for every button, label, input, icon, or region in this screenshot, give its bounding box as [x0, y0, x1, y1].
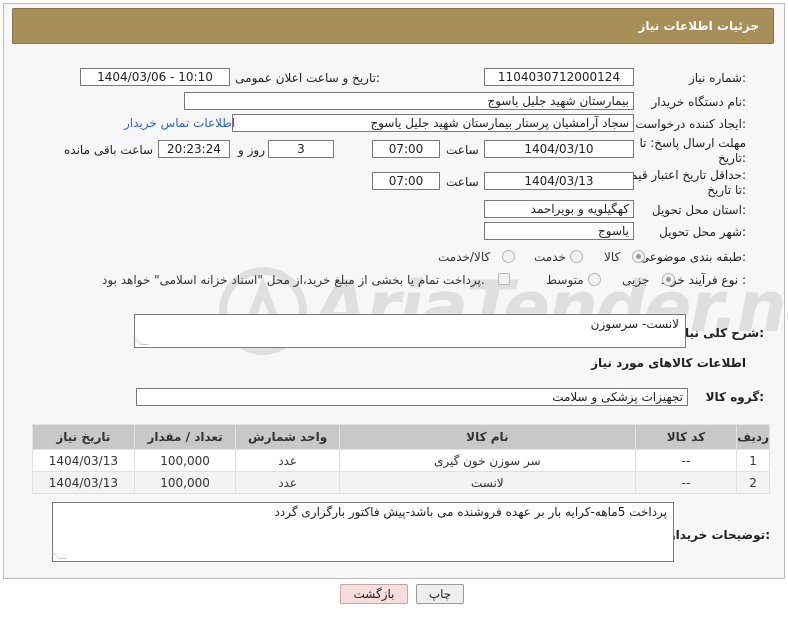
validity-time-field: 07:00: [372, 172, 440, 190]
need-number-field: 1104030712000124: [484, 68, 634, 86]
province-field: کهگیلویه و بویراحمد: [484, 200, 634, 218]
treasury-payment-note: پرداخت تمام یا بخشی از مبلغ خرید،از محل …: [102, 273, 485, 287]
remaining-time-field: 20:23:24: [158, 140, 230, 158]
process-minor-label: جزیی: [622, 273, 650, 287]
summary-text: لانست- سرسوزن: [590, 317, 679, 331]
announce-label: تاریخ و ساعت اعلان عمومی:: [235, 71, 380, 85]
resize-grip-icon[interactable]: [133, 337, 149, 345]
buyer-org-field: بیمارستان شهید جلیل یاسوج: [184, 92, 634, 110]
category-service-label: خدمت: [534, 250, 566, 264]
days-remaining-field: 3: [268, 140, 334, 158]
cell-need-date: 1404/03/13: [32, 471, 135, 494]
announce-field: 1404/03/06 - 10:10: [80, 68, 230, 86]
goods-table: ردیف کد کالا نام کالا واحد شمارش تعداد /…: [32, 424, 770, 494]
category-both-radio[interactable]: [502, 250, 515, 263]
province-label: استان محل تحویل:: [651, 203, 746, 217]
deadline-time-label: ساعت: [446, 143, 479, 157]
col-header-row-num: ردیف: [736, 424, 770, 450]
cell-quantity: 100,000: [133, 449, 237, 472]
validity-label: حداقل تاریخ اعتبار قیمت:: [619, 168, 746, 182]
summary-textarea[interactable]: لانست- سرسوزن: [133, 314, 686, 348]
table-row[interactable]: 2 -- لانست عدد 100,000 1404/03/13: [32, 471, 770, 494]
process-medium-radio[interactable]: [588, 273, 601, 286]
cell-quantity: 100,000: [133, 471, 237, 494]
col-header-unit: واحد شمارش: [235, 424, 340, 450]
creator-label: ایجاد کننده درخواست:: [635, 117, 746, 131]
deadline-label-date: تاریخ:: [718, 151, 746, 165]
panel-header: جزئیات اطلاعات نیاز: [12, 8, 774, 44]
buyer-notes-label: توضیحات خریدار:: [668, 528, 770, 542]
process-minor-radio[interactable]: [662, 273, 675, 286]
resize-grip-icon[interactable]: [51, 551, 67, 559]
table-row[interactable]: 1 -- سر سوزن خون گیری عدد 100,000 1404/0…: [32, 449, 770, 472]
cell-name: لانست: [338, 471, 636, 494]
treasury-payment-checkbox[interactable]: [498, 273, 510, 285]
col-header-code: کد کالا: [634, 424, 738, 450]
city-field: یاسوج: [484, 222, 634, 240]
need-number-label: شماره نیاز:: [688, 71, 746, 85]
category-label: طبقه بندی موضوعی:: [639, 250, 746, 264]
table-header-row: ردیف کد کالا نام کالا واحد شمارش تعداد /…: [32, 424, 770, 450]
cell-name: سر سوزن خون گیری: [338, 449, 636, 472]
category-goods-radio[interactable]: [632, 250, 645, 263]
cell-unit: عدد: [235, 449, 340, 472]
buyer-org-label: نام دستگاه خریدار:: [651, 95, 747, 109]
back-button[interactable]: بازگشت: [340, 584, 408, 604]
deadline-time-field: 07:00: [372, 140, 440, 158]
col-header-name: نام کالا: [338, 424, 636, 450]
validity-time-label: ساعت: [446, 175, 479, 189]
goods-group-field: تجهیزات پزشکی و سلامت: [136, 388, 688, 406]
remaining-time-label: ساعت باقی مانده: [64, 143, 154, 157]
cell-code: --: [634, 471, 738, 494]
cell-row-num: 1: [736, 449, 770, 472]
days-label: روز و: [238, 143, 265, 157]
col-header-need-date: تاریخ نیاز: [32, 424, 135, 450]
deadline-label: مهلت ارسال پاسخ: تا: [639, 136, 746, 150]
cell-code: --: [634, 449, 738, 472]
deadline-date-field: 1404/03/10: [484, 140, 634, 158]
print-button[interactable]: چاپ: [416, 584, 464, 604]
cell-row-num: 2: [736, 471, 770, 494]
buyer-notes-text: پرداخت 5ماهه-کرایه بار بر عهده فروشنده م…: [274, 505, 667, 519]
cell-unit: عدد: [235, 471, 340, 494]
summary-label: شرح کلی نیاز:: [678, 326, 764, 340]
category-both-label: کالا/خدمت: [438, 250, 491, 264]
cell-need-date: 1404/03/13: [32, 449, 135, 472]
category-service-radio[interactable]: [570, 250, 583, 263]
validity-date-field: 1404/03/13: [484, 172, 634, 190]
creator-field: سجاد آرامشیان پرستار بیمارستان شهید جلیل…: [232, 114, 634, 132]
col-header-quantity: تعداد / مقدار: [133, 424, 237, 450]
city-label: شهر محل تحویل:: [659, 225, 746, 239]
goods-group-label: گروه کالا:: [705, 390, 764, 404]
goods-section-title: اطلاعات کالاهای مورد نیاز: [591, 356, 746, 370]
buyer-contact-link[interactable]: اطلاعات تماس خریدار: [124, 116, 235, 130]
validity-label-date: تا تاریخ:: [707, 183, 746, 197]
buyer-notes-textarea[interactable]: پرداخت 5ماهه-کرایه بار بر عهده فروشنده م…: [51, 502, 674, 562]
process-medium-label: متوسط: [546, 273, 584, 287]
panel-title: جزئیات اطلاعات نیاز: [638, 19, 759, 33]
category-goods-label: کالا: [604, 250, 621, 264]
